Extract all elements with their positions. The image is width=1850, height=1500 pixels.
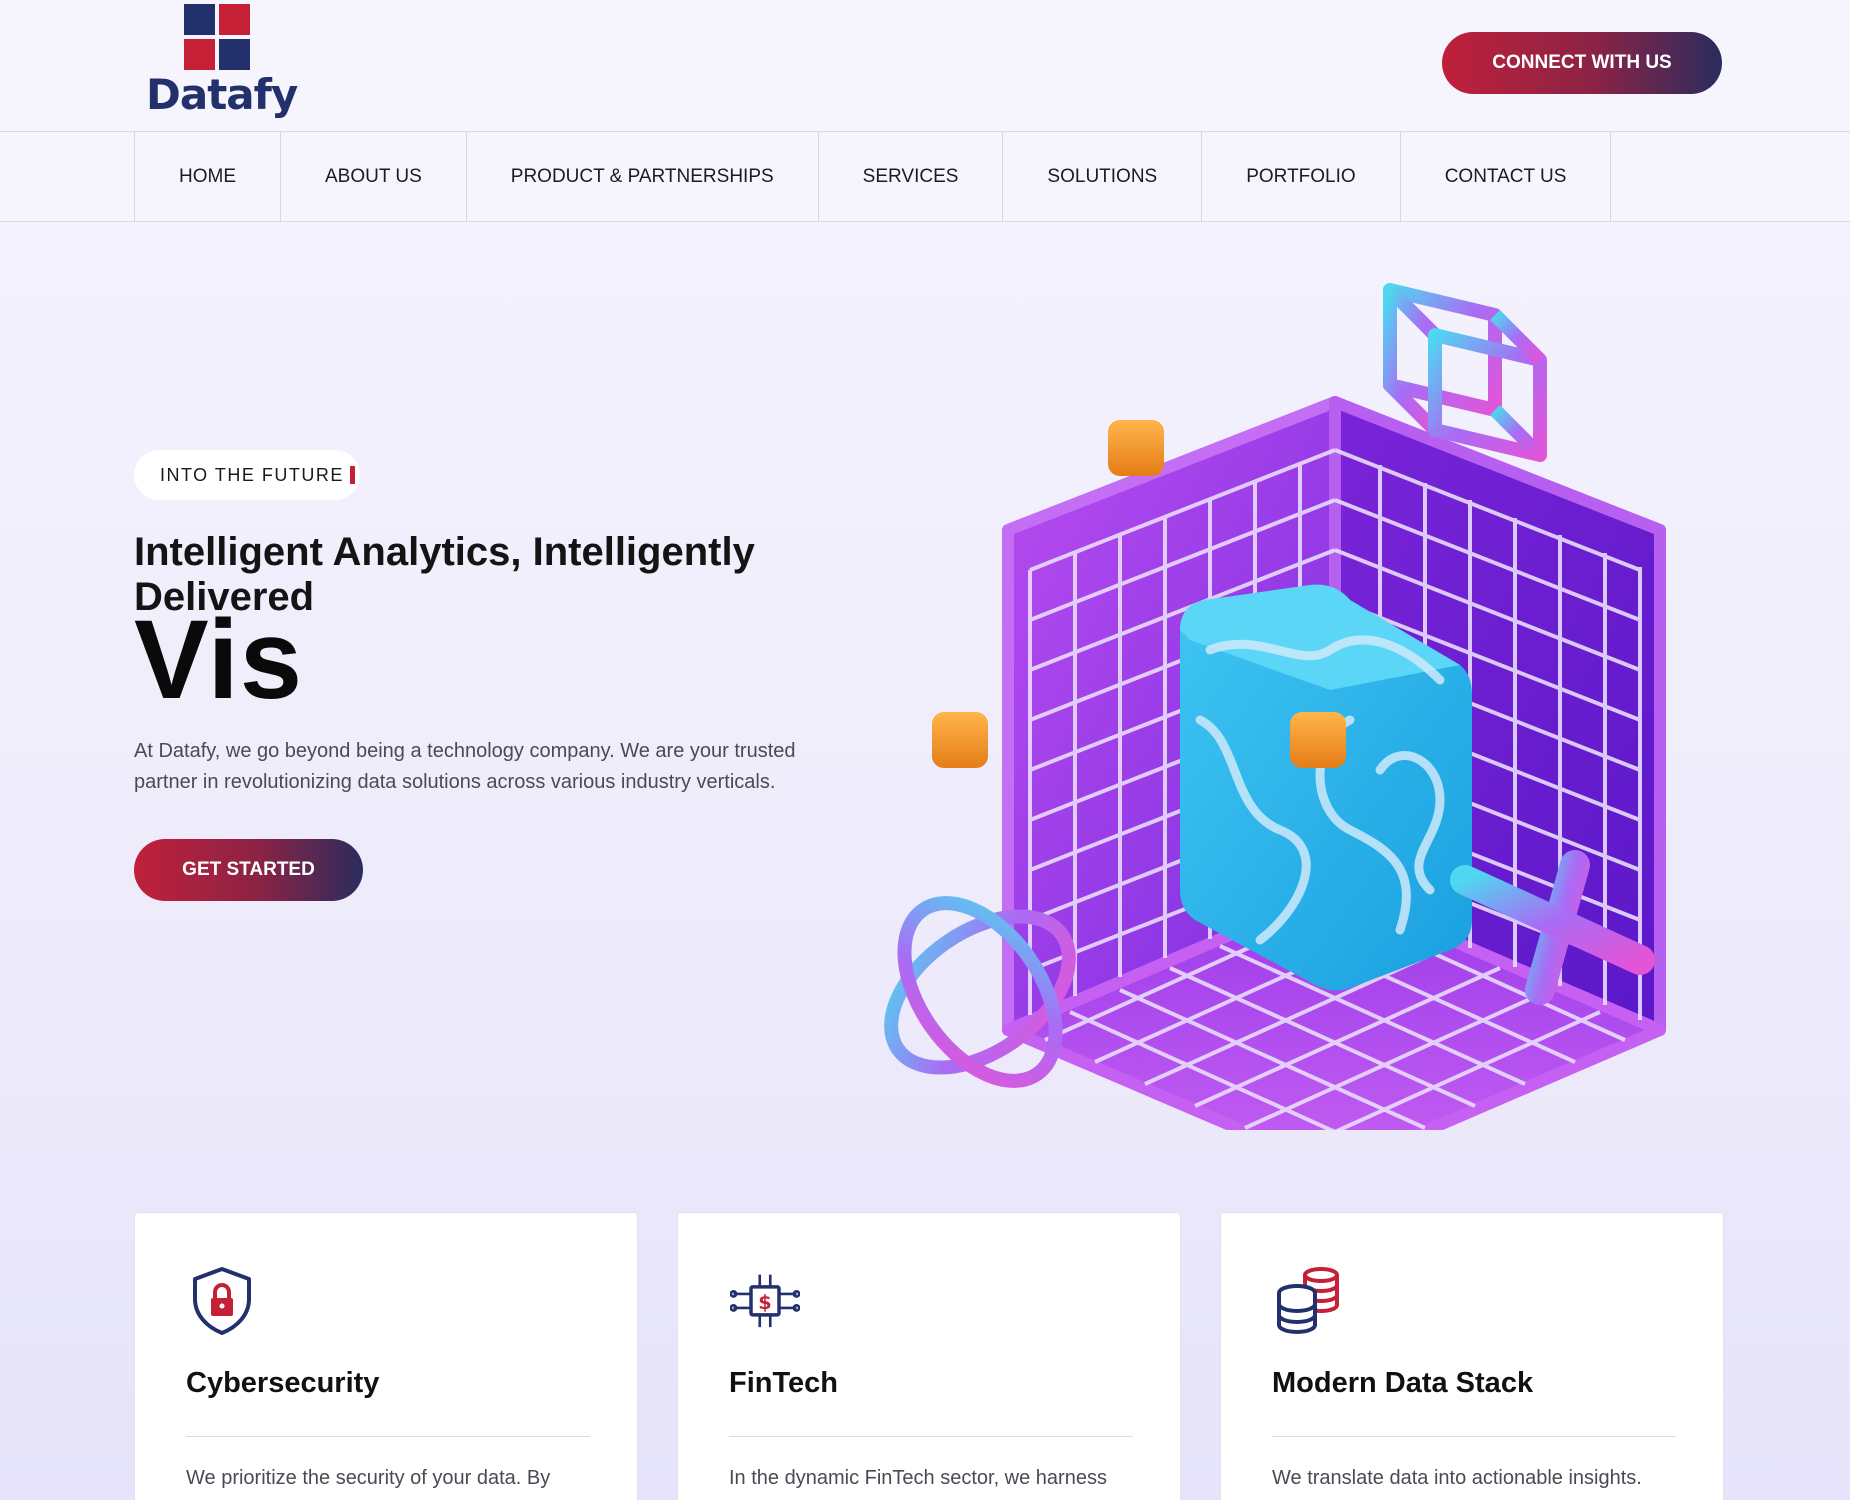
nav-item-solutions[interactable]: SOLUTIONS [1003,132,1203,222]
card-text: We prioritize the security of your data.… [186,1467,551,1489]
card-cybersecurity[interactable]: Cybersecurity We prioritize the security… [134,1212,638,1500]
nav-item-home[interactable]: HOME [135,132,281,222]
card-text: In the dynamic FinTech sector, we harnes… [729,1467,1107,1489]
main-nav: HOME ABOUT US PRODUCT & PARTNERSHIPS SER… [0,132,1850,222]
typing-cursor [349,466,355,484]
card-title: Cybersecurity [186,1367,380,1399]
card-fintech[interactable]: $ FinTech In the dynamic FinTech sector,… [677,1212,1181,1500]
card-modern-data-stack[interactable]: Modern Data Stack We translate data into… [1220,1212,1724,1500]
card-title: Modern Data Stack [1272,1367,1534,1399]
nav-item-services[interactable]: SERVICES [819,132,1004,222]
shield-lock-icon [193,1267,251,1335]
hero-illustration [884,283,1666,1130]
nav-item-product-partnerships[interactable]: PRODUCT & PARTNERSHIPS [467,132,819,222]
fintech-chip-icon: $ [730,1274,800,1328]
card-divider [729,1436,1133,1437]
connect-with-us-button[interactable]: CONNECT WITH US [1442,32,1722,94]
logo-mark-icon [184,4,250,70]
nav-items: HOME ABOUT US PRODUCT & PARTNERSHIPS SER… [134,132,1612,222]
service-cards: Cybersecurity We prioritize the security… [134,1212,1724,1500]
nav-item-about-us[interactable]: ABOUT US [281,132,467,222]
card-title: FinTech [729,1367,839,1399]
card-text: We translate data into actionable insigh… [1272,1467,1642,1489]
svg-text:$: $ [758,1291,771,1314]
card-divider [186,1436,590,1437]
hero-tag-pill: INTO THE FUTURE [134,450,360,500]
hero-tag-text: INTO THE FUTURE [160,464,344,485]
nav-item-contact-us[interactable]: CONTACT US [1401,132,1612,222]
logo-wordmark: Datafy [146,70,298,119]
site-header: Datafy CONNECT WITH US [0,0,1850,132]
card-divider [1272,1436,1676,1437]
nav-item-portfolio[interactable]: PORTFOLIO [1202,132,1401,222]
hero-description: At Datafy, we go beyond being a technolo… [134,740,796,793]
get-started-button[interactable]: GET STARTED [134,839,363,901]
hero-typed-word: Vis [134,597,304,722]
datafy-logo[interactable]: Datafy [146,0,298,128]
database-stack-icon [1277,1267,1339,1334]
